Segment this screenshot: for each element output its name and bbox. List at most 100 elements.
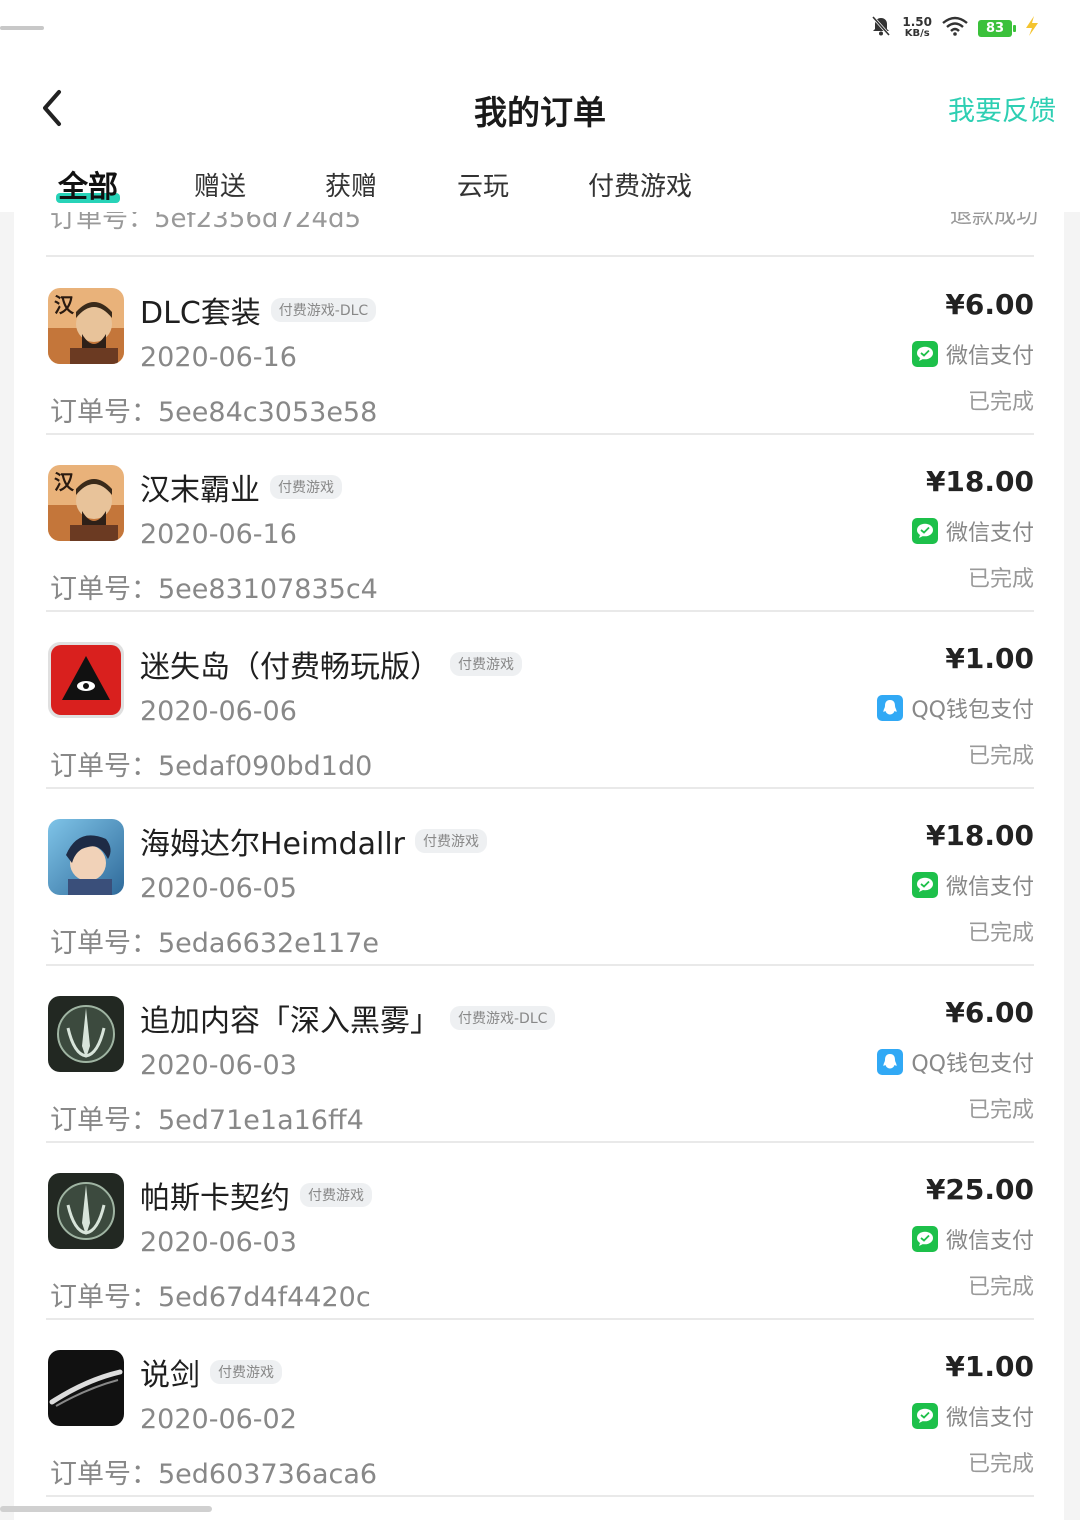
payment-method-label: QQ钱包支付 [911,1052,1034,1077]
list-item[interactable]: 汉 汉末霸业 付费游戏 2020-06-16 订单号：5ee83107835c4… [46,435,1034,611]
han-warlord-icon: 汉 [48,288,124,364]
order-price: ¥6.00 [945,996,1034,1029]
list-item[interactable]: 海姆达尔Heimdallr 付费游戏 2020-06-05 订单号：5eda66… [46,789,1034,965]
svg-text:汉: 汉 [54,470,75,494]
order-price: ¥18.00 [925,465,1034,498]
payment-method: QQ钱包支付 [877,1046,1034,1078]
game-name: 帕斯卡契约 [140,1181,290,1216]
order-number-value: 5ee83107835c4 [158,574,378,605]
order-number-label: 订单号： [50,1459,158,1490]
order-number-label: 订单号： [50,574,158,605]
payment-method: 微信支付 [911,338,1034,370]
payment-method: QQ钱包支付 [877,692,1034,724]
payment-method-label: 微信支付 [945,875,1034,900]
order-number-label: 订单号： [50,751,158,782]
order-number-value: 5ed67d4f4420c [158,1282,371,1313]
pascal-emblem-icon [48,996,124,1072]
tab-label: 赠送 [194,172,247,202]
category-tag: 付费游戏 [450,652,522,676]
order-status: 已完成 [967,921,1034,946]
order-number-value: 5ed71e1a16ff4 [158,1105,364,1136]
page-title: 我的订单 [474,93,606,132]
wechat-pay-icon [911,341,938,367]
wifi-icon [942,16,968,40]
order-status: 已完成 [967,1275,1034,1300]
pascal-emblem-icon [48,1173,124,1249]
order-status: 退款成功 [949,212,1038,229]
page-header: 我的订单 我要反馈 [0,56,1080,160]
order-number-label: 订单号： [50,1282,158,1313]
game-name-line: 说剑 付费游戏 [140,1350,282,1394]
divider [46,255,1034,257]
svg-text:汉: 汉 [54,293,75,317]
payment-method: 微信支付 [911,1223,1034,1255]
tab-cloud-play[interactable]: 云玩 [457,166,509,203]
game-name-line: 帕斯卡契约 付费游戏 [140,1173,372,1217]
battery-indicator: 83 [978,19,1016,37]
qq-wallet-icon [877,695,904,721]
han-warlord-icon: 汉 [48,465,124,541]
payment-method-label: 微信支付 [945,1229,1034,1254]
game-name: 海姆达尔Heimdallr [140,827,406,862]
wechat-pay-icon [911,1403,938,1429]
order-status: 已完成 [967,390,1034,415]
order-number: 订单号：5eda6632e117e [50,921,379,960]
game-name: 汉末霸业 [140,473,260,508]
tab-gift-sent[interactable]: 赠送 [194,166,246,203]
list-item[interactable]: 帕斯卡契约 付费游戏 2020-06-03 订单号：5ed67d4f4420c … [46,1143,1034,1319]
tab-label: 获赠 [325,172,378,202]
payment-method: 微信支付 [911,1400,1034,1432]
game-name-line: DLC套装 付费游戏-DLC [140,288,377,332]
tab-gift-received[interactable]: 获赠 [325,166,377,203]
order-list[interactable]: 订单号：5ef2356d724d5 退款成功 汉 DLC套装 付费游戏-DLC … [14,212,1064,1520]
order-price: ¥25.00 [925,1173,1034,1206]
order-number-value: 5ed603736aca6 [158,1459,378,1490]
order-number-label: 订单号： [50,1105,158,1136]
order-number: 订单号：5ed603736aca6 [50,1452,377,1491]
order-number: 订单号：5ee83107835c4 [50,567,378,606]
divider [46,1495,1034,1497]
order-date: 2020-06-02 [140,1404,297,1435]
order-status: 已完成 [967,567,1034,592]
sword-slash-icon [48,1350,124,1426]
order-date: 2020-06-16 [140,519,297,550]
order-number: 订单号：5edaf090bd1d0 [50,744,372,783]
home-indicator[interactable] [0,1506,212,1512]
game-name-line: 追加内容「深入黑雾」 付费游戏-DLC [140,996,556,1040]
mute-bell-icon [870,15,892,41]
feedback-link[interactable]: 我要反馈 [948,89,1056,128]
network-speed-unit: KB/s [904,28,930,39]
game-name: 迷失岛（付费畅玩版） [140,650,440,685]
order-date: 2020-06-06 [140,696,297,727]
tab-paid-games[interactable]: 付费游戏 [588,166,692,203]
tab-label: 付费游戏 [588,172,693,202]
game-name-line: 迷失岛（付费畅玩版） 付费游戏 [140,642,522,686]
order-number: 订单号：5ee84c3053e58 [50,390,377,429]
category-tag: 付费游戏 [415,829,488,853]
status-icons: 1.50 KB/s 83 [870,12,1042,44]
list-item[interactable]: 说剑 付费游戏 2020-06-02 订单号：5ed603736aca6 ¥1.… [46,1320,1034,1496]
wechat-pay-icon [911,1226,938,1252]
order-date: 2020-06-03 [140,1050,297,1081]
payment-method: 微信支付 [911,515,1034,547]
list-item-partial[interactable]: 订单号：5ef2356d724d5 退款成功 [50,212,1038,242]
order-number-label: 订单号： [50,928,158,959]
order-number-value: 5edaf090bd1d0 [158,751,373,782]
order-number-label: 订单号： [50,397,158,428]
tab-all[interactable]: 全部 [58,162,118,206]
category-tag: 付费游戏 [270,475,342,499]
order-status: 已完成 [967,1098,1034,1123]
list-item[interactable]: 汉 DLC套装 付费游戏-DLC 2020-06-16 订单号：5ee84c30… [46,258,1034,434]
payment-method-label: 微信支付 [945,521,1034,546]
order-price: ¥1.00 [945,642,1034,675]
order-number: 订单号：5ed71e1a16ff4 [50,1098,364,1137]
charging-bolt-icon [1022,15,1042,41]
order-price: ¥18.00 [925,819,1034,852]
status-dash [0,26,44,30]
payment-method: 微信支付 [911,869,1034,901]
order-price: ¥6.00 [945,288,1034,321]
list-item[interactable]: 迷失岛（付费畅玩版） 付费游戏 2020-06-06 订单号：5edaf090b… [46,612,1034,788]
game-name-line: 海姆达尔Heimdallr 付费游戏 [140,819,488,863]
list-item[interactable]: 追加内容「深入黑雾」 付费游戏-DLC 2020-06-03 订单号：5ed71… [46,966,1034,1142]
order-number: 订单号：5ed67d4f4420c [50,1275,371,1314]
